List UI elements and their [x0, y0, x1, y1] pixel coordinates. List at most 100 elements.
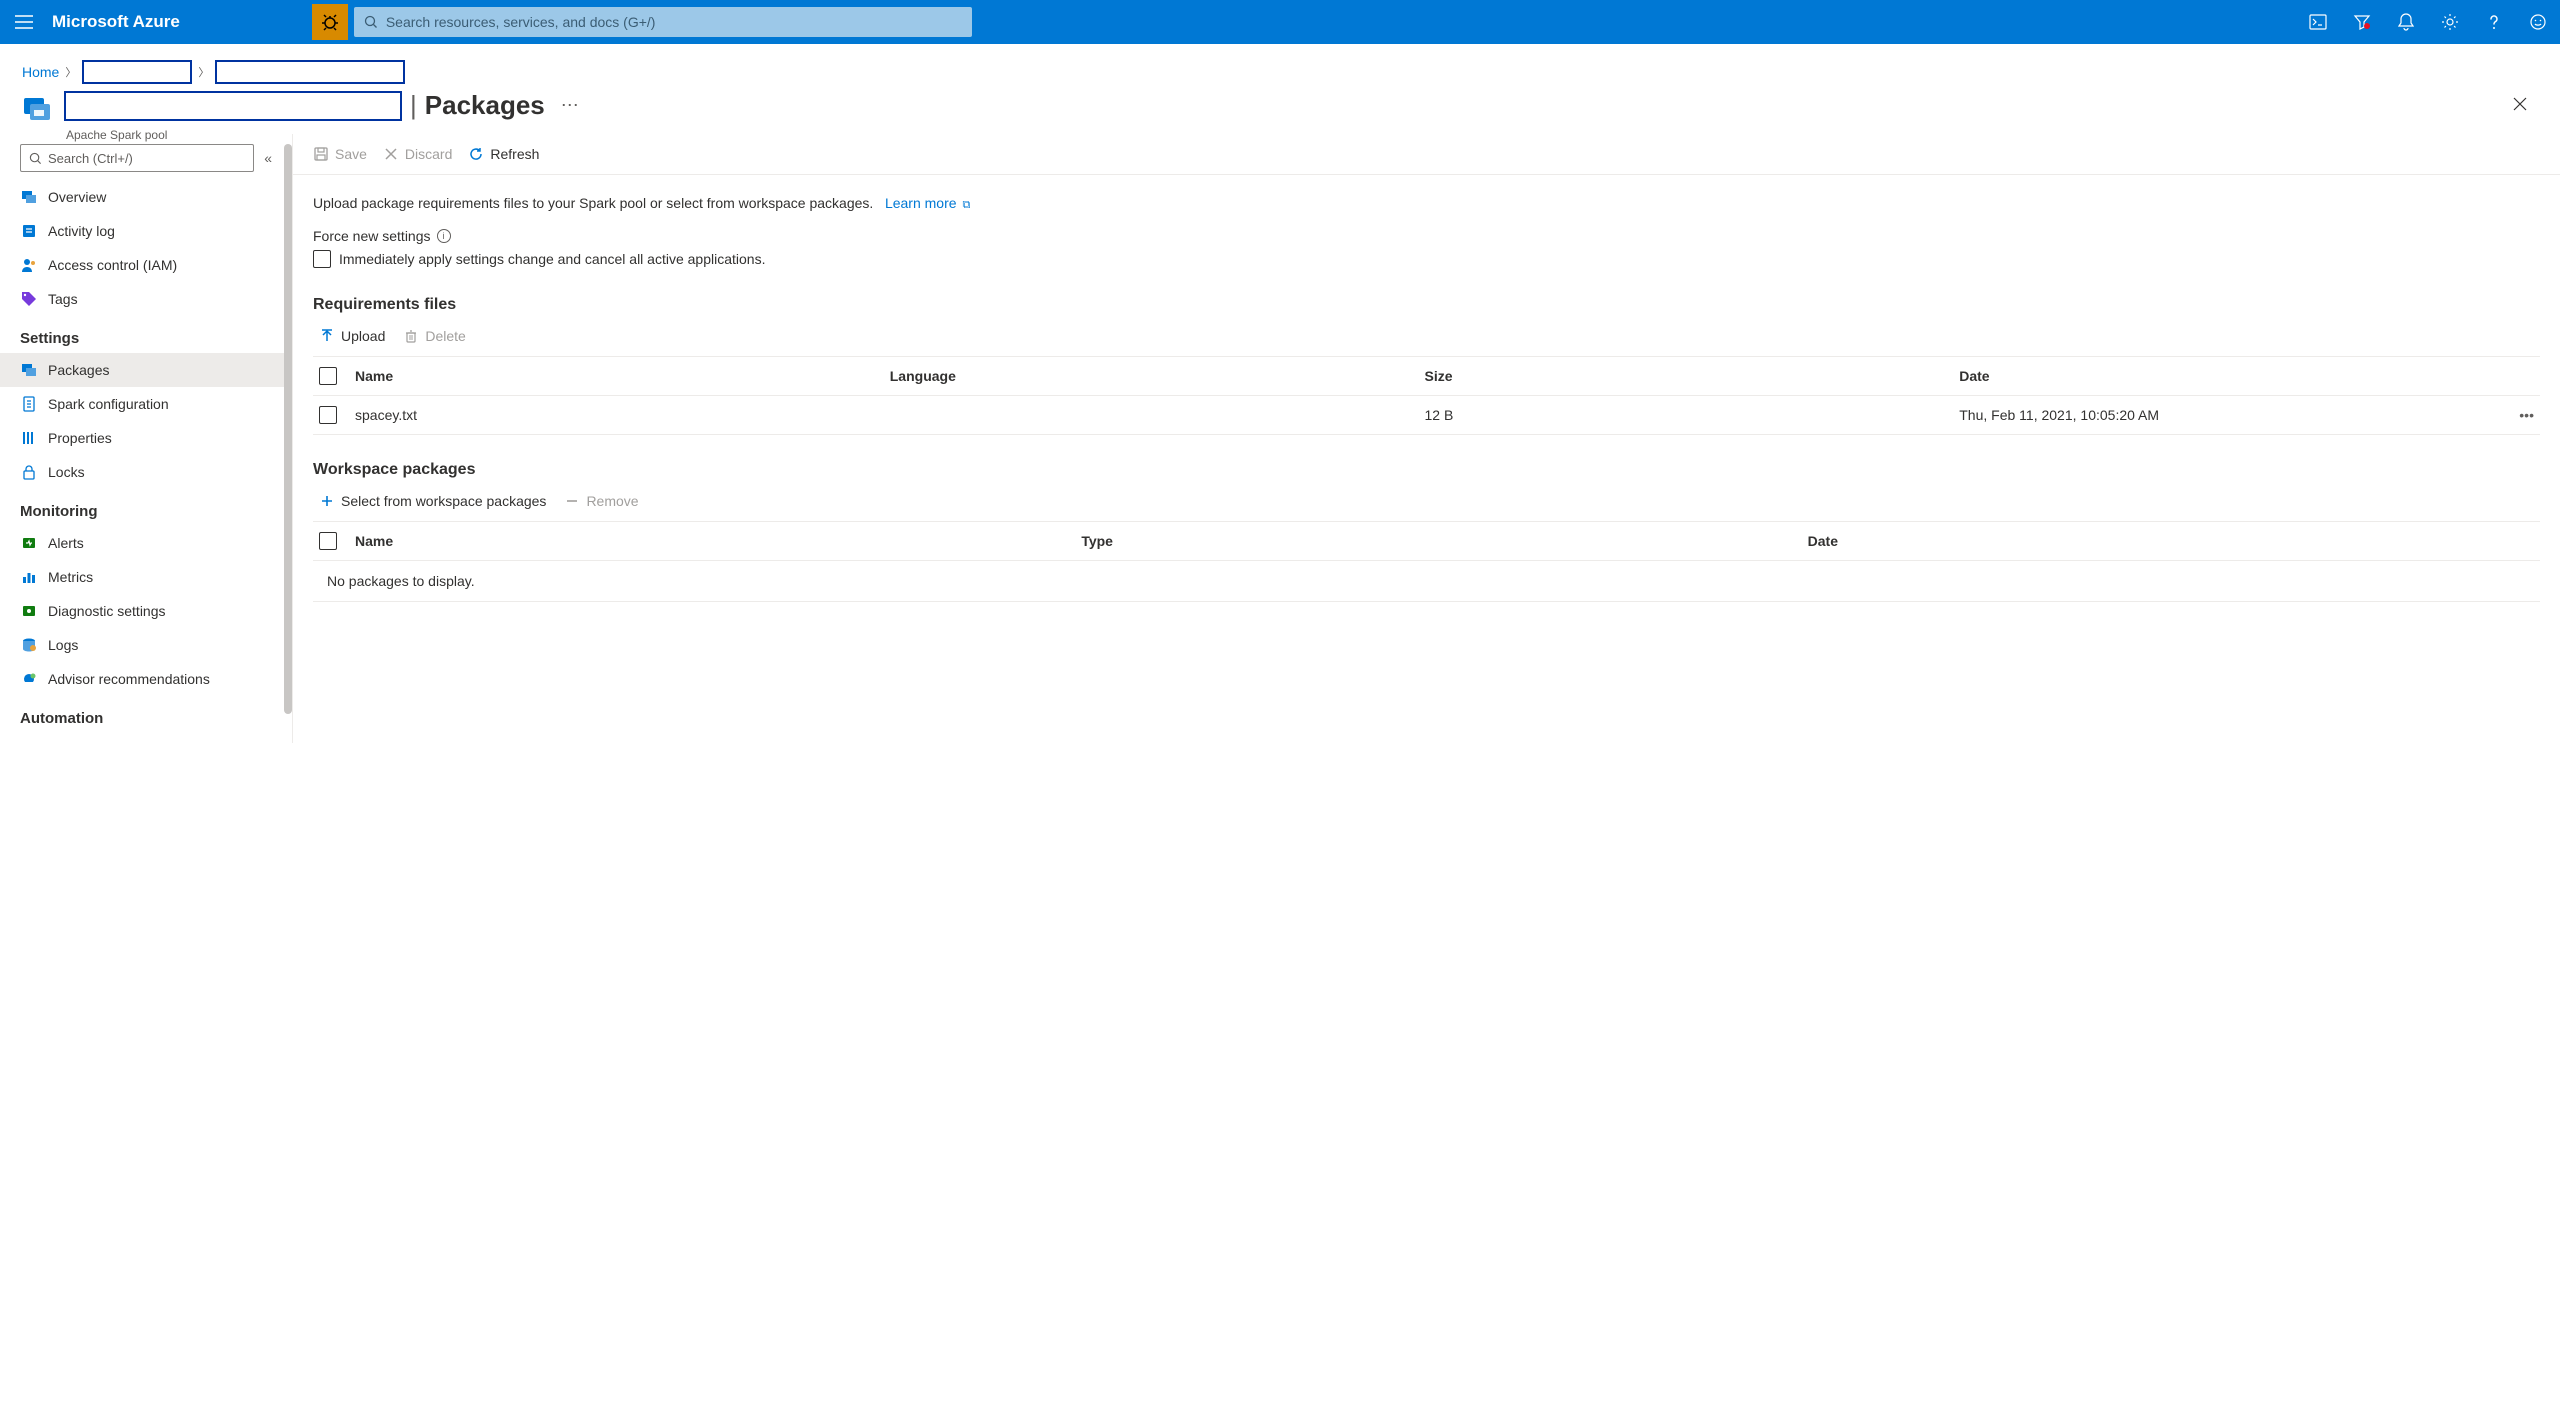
tags-icon	[20, 290, 38, 308]
page-title: Packages	[425, 90, 545, 121]
resource-icon	[22, 92, 54, 124]
nav-alerts[interactable]: Alerts	[0, 526, 292, 560]
settings-gear-icon[interactable]	[2428, 0, 2472, 44]
nav-section-settings: Settings	[0, 316, 292, 353]
force-settings-checkbox[interactable]	[313, 250, 331, 268]
cloud-shell-icon[interactable]	[2296, 0, 2340, 44]
discard-icon	[383, 146, 399, 162]
nav-activity-log[interactable]: Activity log	[0, 214, 292, 248]
description-text: Upload package requirements files to you…	[313, 195, 873, 211]
global-search-input[interactable]	[386, 14, 962, 30]
workspace-packages-table: Name Type Date No packages to display.	[313, 521, 2540, 602]
help-icon[interactable]	[2472, 0, 2516, 44]
nav-metrics[interactable]: Metrics	[0, 560, 292, 594]
packages-icon	[20, 361, 38, 379]
breadcrumb-redacted-1[interactable]	[82, 60, 192, 84]
chevron-right-icon: 〉	[65, 64, 76, 80]
table-row[interactable]: spacey.txt 12 B Thu, Feb 11, 2021, 10:05…	[313, 396, 2540, 435]
more-actions-button[interactable]: ⋯	[561, 95, 579, 116]
feedback-icon[interactable]	[2516, 0, 2560, 44]
breadcrumb-home[interactable]: Home	[22, 64, 59, 80]
delete-icon	[403, 328, 419, 344]
file-date: Thu, Feb 11, 2021, 10:05:20 AM	[1959, 407, 2494, 423]
overview-icon	[20, 188, 38, 206]
nav-properties[interactable]: Properties	[0, 421, 292, 455]
alerts-icon	[20, 534, 38, 552]
nav-diagnostic-settings[interactable]: Diagnostic settings	[0, 594, 292, 628]
info-icon[interactable]: i	[437, 229, 451, 243]
delete-button[interactable]: Delete	[403, 328, 465, 344]
global-search[interactable]	[354, 7, 972, 37]
activity-log-icon	[20, 222, 38, 240]
save-icon	[313, 146, 329, 162]
force-settings-label: Force new settings	[313, 228, 431, 244]
plus-icon	[319, 493, 335, 509]
nav-section-automation: Automation	[0, 696, 292, 733]
metrics-icon	[20, 568, 38, 586]
col-language[interactable]: Language	[890, 368, 1425, 384]
upload-icon	[319, 328, 335, 344]
refresh-button[interactable]: Refresh	[468, 146, 539, 162]
select-packages-button[interactable]: Select from workspace packages	[319, 493, 546, 509]
row-actions-button[interactable]: •••	[2494, 407, 2534, 423]
save-button[interactable]: Save	[313, 146, 367, 162]
locks-icon	[20, 463, 38, 481]
col-size[interactable]: Size	[1425, 368, 1960, 384]
spark-config-icon	[20, 395, 38, 413]
hamburger-menu[interactable]	[0, 0, 48, 44]
command-bar: Save Discard Refresh	[293, 134, 2560, 175]
col-date[interactable]: Date	[1808, 533, 2534, 549]
chevron-right-icon: 〉	[198, 64, 209, 80]
nav-overview[interactable]: Overview	[0, 180, 292, 214]
nav-spark-configuration[interactable]: Spark configuration	[0, 387, 292, 421]
close-blade-button[interactable]	[2502, 90, 2538, 118]
select-all-checkbox[interactable]	[319, 532, 337, 550]
workspace-packages-title: Workspace packages	[313, 461, 2540, 479]
col-type[interactable]: Type	[1081, 533, 1807, 549]
nav-advisor[interactable]: Advisor recommendations	[0, 662, 292, 696]
remove-button[interactable]: Remove	[564, 493, 638, 509]
resource-name-redacted	[64, 91, 402, 121]
nav-tags[interactable]: Tags	[0, 282, 292, 316]
top-bar: Microsoft Azure	[0, 0, 2560, 44]
nav-packages[interactable]: Packages	[0, 353, 292, 387]
search-icon	[364, 15, 378, 29]
advisor-icon	[20, 670, 38, 688]
file-name: spacey.txt	[355, 407, 890, 423]
col-name[interactable]: Name	[355, 368, 890, 384]
discard-button[interactable]: Discard	[383, 146, 452, 162]
requirements-section-title: Requirements files	[313, 296, 2540, 314]
upload-button[interactable]: Upload	[319, 328, 385, 344]
empty-state: No packages to display.	[313, 561, 2540, 602]
breadcrumb: Home 〉 〉	[0, 44, 2560, 90]
menu-search-input[interactable]	[48, 151, 245, 166]
scrollbar[interactable]	[284, 144, 292, 714]
properties-icon	[20, 429, 38, 447]
breadcrumb-redacted-2[interactable]	[215, 60, 405, 84]
logs-icon	[20, 636, 38, 654]
select-all-checkbox[interactable]	[319, 367, 337, 385]
resource-menu: « Overview Activity log Access control (…	[0, 134, 292, 743]
file-size: 12 B	[1425, 407, 1960, 423]
notifications-icon[interactable]	[2384, 0, 2428, 44]
refresh-icon	[468, 146, 484, 162]
nav-access-control[interactable]: Access control (IAM)	[0, 248, 292, 282]
diagnostic-icon	[20, 602, 38, 620]
col-date[interactable]: Date	[1959, 368, 2494, 384]
force-settings-description: Immediately apply settings change and ca…	[339, 251, 765, 267]
collapse-menu-button[interactable]: «	[264, 150, 272, 166]
col-name[interactable]: Name	[355, 533, 1081, 549]
nav-logs[interactable]: Logs	[0, 628, 292, 662]
learn-more-link[interactable]: Learn more ⧉	[885, 195, 970, 211]
search-icon	[29, 152, 42, 165]
row-checkbox[interactable]	[319, 406, 337, 424]
brand-label[interactable]: Microsoft Azure	[48, 12, 192, 32]
main-content: Save Discard Refresh Upload package requ…	[292, 134, 2560, 743]
preview-bug-button[interactable]	[312, 4, 348, 40]
page-header: | Packages ⋯ Apache Spark pool	[0, 90, 2560, 134]
minus-icon	[564, 493, 580, 509]
directory-filter-icon[interactable]	[2340, 0, 2384, 44]
menu-search[interactable]	[20, 144, 254, 172]
nav-locks[interactable]: Locks	[0, 455, 292, 489]
requirements-table: Name Language Size Date spacey.txt 12 B …	[313, 356, 2540, 435]
